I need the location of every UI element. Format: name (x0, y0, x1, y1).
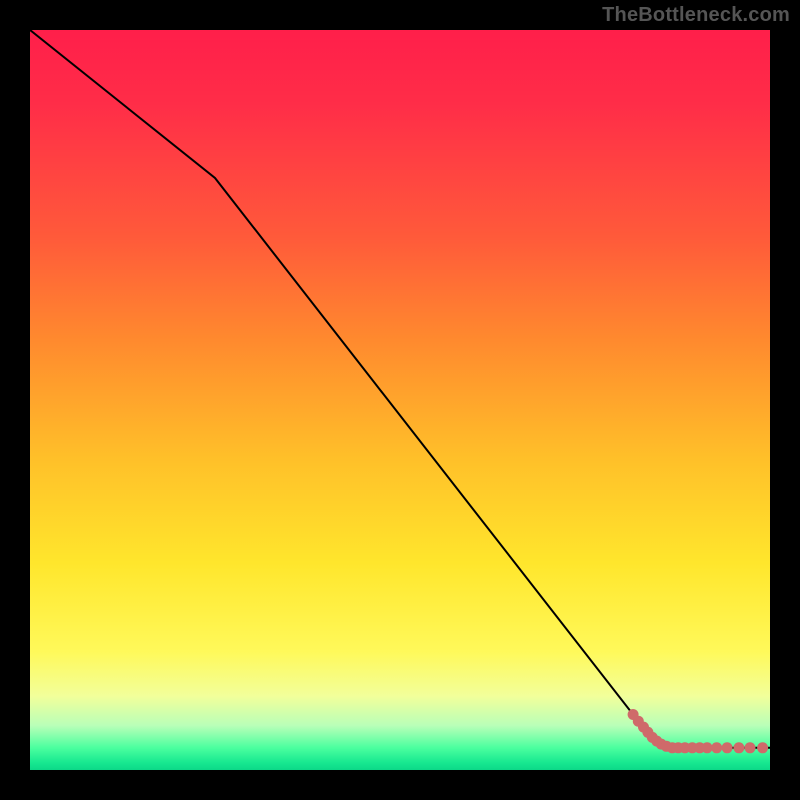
scatter-point (733, 742, 744, 753)
chart-frame: TheBottleneck.com (0, 0, 800, 800)
chart-overlay (30, 30, 770, 770)
curve-line (30, 30, 770, 748)
watermark-label: TheBottleneck.com (602, 4, 790, 27)
curve-path (30, 30, 770, 748)
scatter-point (702, 742, 713, 753)
tail-scatter (628, 709, 769, 753)
scatter-point (711, 742, 722, 753)
scatter-point (745, 742, 756, 753)
plot-area (30, 30, 770, 770)
scatter-point (722, 742, 733, 753)
scatter-point (757, 742, 768, 753)
